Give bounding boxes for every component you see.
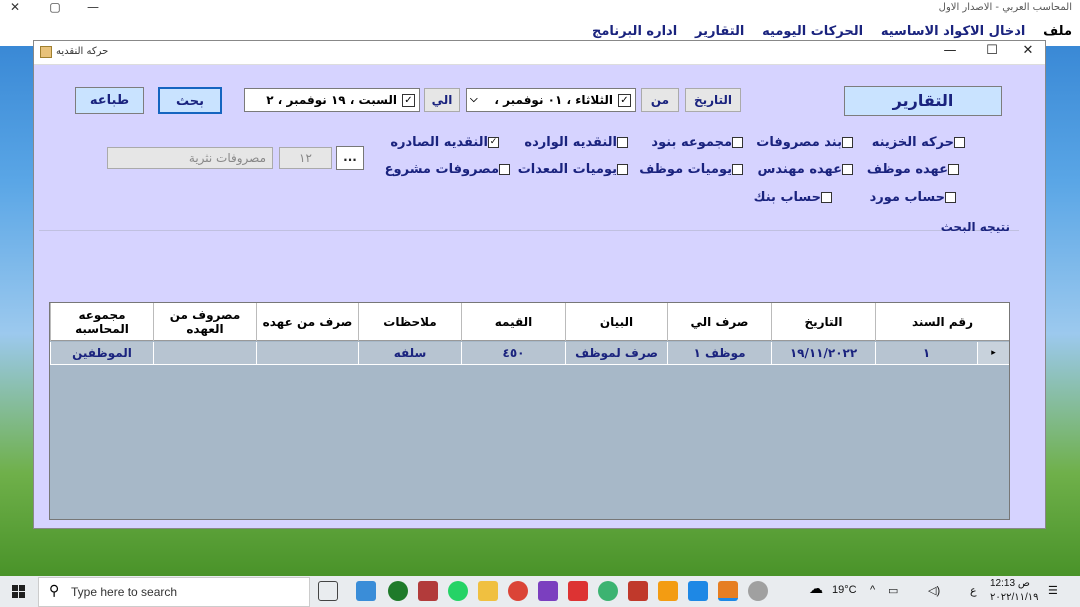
cell-description[interactable]: صرف لموظف xyxy=(565,342,667,365)
language-indicator[interactable]: ع xyxy=(970,584,977,597)
results-label: نتيجه البحث xyxy=(940,220,1010,234)
cell-paid-from-custody[interactable] xyxy=(256,342,358,365)
date-from-checkbox[interactable]: ✓ xyxy=(618,94,631,107)
app-icon[interactable] xyxy=(356,581,376,601)
checkbox-engineer-custody[interactable]: عهده مهندس xyxy=(757,162,859,177)
date-to-picker[interactable]: ✓ السبت ، ١٩ نوفمبر ، ٢ xyxy=(244,88,420,112)
col-date[interactable]: التاريخ xyxy=(771,303,875,341)
cell-notes[interactable]: سلفه xyxy=(358,342,461,365)
folder-icon[interactable] xyxy=(478,581,498,601)
notification-icon[interactable]: ☰ xyxy=(1048,584,1058,597)
app-icon[interactable] xyxy=(568,581,588,601)
checkbox-incoming-cash[interactable]: النقديه الوارده xyxy=(524,135,634,150)
weather-temp: 19°C xyxy=(832,584,857,596)
chrome-icon[interactable] xyxy=(508,581,528,601)
code-name-field[interactable]: مصروفات نثرية xyxy=(107,147,273,169)
cell-voucher-no[interactable]: ١ xyxy=(875,342,977,365)
search-icon: ⚲ xyxy=(49,583,60,599)
app-icon xyxy=(40,46,52,58)
app-title-bar: المحاسب العربي - الاصدار الاول ✕ ▢ — xyxy=(0,0,1080,18)
search-placeholder: Type here to search xyxy=(71,585,178,599)
col-paid-to[interactable]: صرف الي xyxy=(667,303,771,341)
app-icon[interactable] xyxy=(658,581,678,601)
app-icon[interactable] xyxy=(598,581,618,601)
cell-paid-to[interactable]: موظف ١ xyxy=(667,342,771,365)
task-view-icon[interactable] xyxy=(318,581,338,601)
taskbar-search-box[interactable]: ⚲ Type here to search xyxy=(38,577,310,607)
app-icon[interactable] xyxy=(388,581,408,601)
checkbox-employee-custody[interactable]: عهده موظف xyxy=(867,162,965,177)
from-label: من xyxy=(641,88,679,112)
chevron-down-icon[interactable]: ⌵ xyxy=(470,89,478,111)
to-label: الي xyxy=(424,88,460,112)
search-button[interactable]: بحث xyxy=(158,87,222,114)
table-row[interactable]: ▸ ١ ١٩/١١/٢٠٢٢ موظف ١ صرف لموظف ٤٥٠ سلفه… xyxy=(50,342,1009,365)
network-icon[interactable]: ▭ xyxy=(888,584,898,597)
app-icon[interactable] xyxy=(628,581,648,601)
visual-studio-icon[interactable] xyxy=(538,581,558,601)
close-icon[interactable]: ✕ xyxy=(1012,43,1044,63)
app-icon[interactable] xyxy=(718,581,738,601)
col-amount[interactable]: القيمه xyxy=(461,303,565,341)
close-icon[interactable]: ✕ xyxy=(0,0,30,14)
col-voucher-no[interactable]: رقم السند xyxy=(875,303,1009,341)
cell-accounting-group[interactable]: الموظفين xyxy=(50,342,153,365)
cell-custody-expense[interactable] xyxy=(153,342,256,365)
checkbox-employee-daily[interactable]: يوميات موظف xyxy=(639,162,749,177)
print-button[interactable]: طباعه xyxy=(75,87,144,114)
date-to-value: السبت ، ١٩ نوفمبر ، ٢ xyxy=(266,93,397,107)
minimize-icon[interactable]: — xyxy=(78,0,108,14)
col-notes[interactable]: ملاحظات xyxy=(358,303,461,341)
checkbox-equipment-daily[interactable]: يوميات المعدات xyxy=(518,162,634,177)
checkbox-supplier-account[interactable]: حساب مورد xyxy=(870,190,962,205)
windows-start-icon[interactable] xyxy=(0,576,38,607)
col-description[interactable]: البيان xyxy=(565,303,667,341)
chevron-up-icon[interactable]: ^ xyxy=(870,584,875,596)
menu-file[interactable]: ملف xyxy=(1043,18,1072,46)
col-accounting-group[interactable]: مجموعه المحاسبه xyxy=(50,303,153,341)
checkbox-item-group[interactable]: مجموعه بنود xyxy=(651,135,749,150)
date-from-picker[interactable]: ✓ الثلاثاء ، ٠١ نوفمبر ، ⌵ xyxy=(466,88,636,112)
app-title: المحاسب العربي - الاصدار الاول xyxy=(938,2,1072,13)
results-grid[interactable]: رقم السند التاريخ صرف الي البيان القيمه … xyxy=(49,302,1010,520)
grid-header: رقم السند التاريخ صرف الي البيان القيمه … xyxy=(50,303,1009,341)
checkbox-expense-item[interactable]: بند مصروفات xyxy=(756,135,859,150)
cell-date[interactable]: ١٩/١١/٢٠٢٢ xyxy=(771,342,875,365)
date-to-checkbox[interactable]: ✓ xyxy=(402,94,415,107)
maximize-icon[interactable]: ▢ xyxy=(40,0,70,14)
clock-date[interactable]: ٢٠٢٢/١١/١٩ xyxy=(990,592,1039,603)
code-field[interactable]: ١٢ xyxy=(279,147,332,169)
weather-icon[interactable]: ☁ xyxy=(806,581,826,601)
browse-button[interactable]: ... xyxy=(336,146,364,170)
date-label: التاريخ xyxy=(685,88,741,112)
minimize-icon[interactable]: — xyxy=(934,43,966,63)
cell-amount[interactable]: ٤٥٠ xyxy=(461,342,565,365)
maximize-icon[interactable]: ☐ xyxy=(976,43,1008,63)
taskbar: ⚲ Type here to search ☁ 19°C ^ ▭ ◁) ع 12… xyxy=(0,576,1080,607)
app-icon[interactable] xyxy=(418,581,438,601)
checkbox-outgoing-cash[interactable]: ✓النقديه الصادره xyxy=(390,135,505,150)
app-icon[interactable] xyxy=(748,581,768,601)
col-custody-expense[interactable]: مصروف من العهده xyxy=(153,303,256,341)
volume-icon[interactable]: ◁) xyxy=(928,584,940,597)
row-indicator[interactable]: ▸ xyxy=(977,342,1009,365)
col-paid-from-custody[interactable]: صرف من عهده xyxy=(256,303,358,341)
checkbox-project-expenses[interactable]: مصروفات مشروع xyxy=(385,162,516,177)
checkbox-treasury[interactable]: حركه الخزينه xyxy=(872,135,971,150)
dialog-title: حركه النقديه xyxy=(56,46,109,57)
dialog-title-bar: حركه النقديه — ☐ ✕ xyxy=(34,41,1045,65)
vscode-icon[interactable] xyxy=(688,581,708,601)
cash-movement-dialog: حركه النقديه — ☐ ✕ التقارير التاريخ من ✓… xyxy=(33,40,1046,529)
date-from-value: الثلاثاء ، ٠١ نوفمبر ، xyxy=(494,93,613,107)
clock-time[interactable]: 12:13 ص xyxy=(990,578,1030,589)
checkbox-bank-account[interactable]: حساب بنك xyxy=(754,190,838,205)
reports-title: التقارير xyxy=(844,86,1002,116)
whatsapp-icon[interactable] xyxy=(448,581,468,601)
